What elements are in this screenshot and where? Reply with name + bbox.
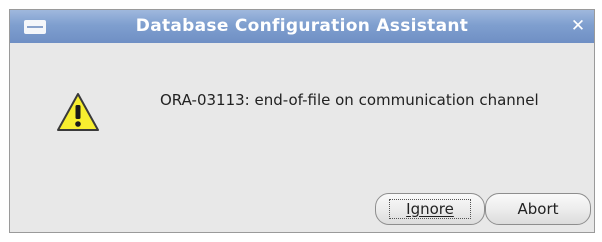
ignore-button[interactable]: Ignore [375, 193, 485, 225]
error-message: ORA-03113: end-of-file on communication … [160, 91, 539, 109]
window-title: Database Configuration Assistant [135, 16, 469, 36]
close-button[interactable]: ✕ [568, 16, 588, 36]
warning-icon [57, 93, 99, 131]
title-bar[interactable]: Database Configuration Assistant ✕ [10, 10, 594, 43]
abort-button-label: Abort [517, 200, 559, 218]
error-dialog: Database Configuration Assistant ✕ ORA-0… [9, 9, 595, 233]
ignore-button-label: Ignore [406, 200, 454, 218]
abort-button[interactable]: Abort [485, 193, 591, 225]
